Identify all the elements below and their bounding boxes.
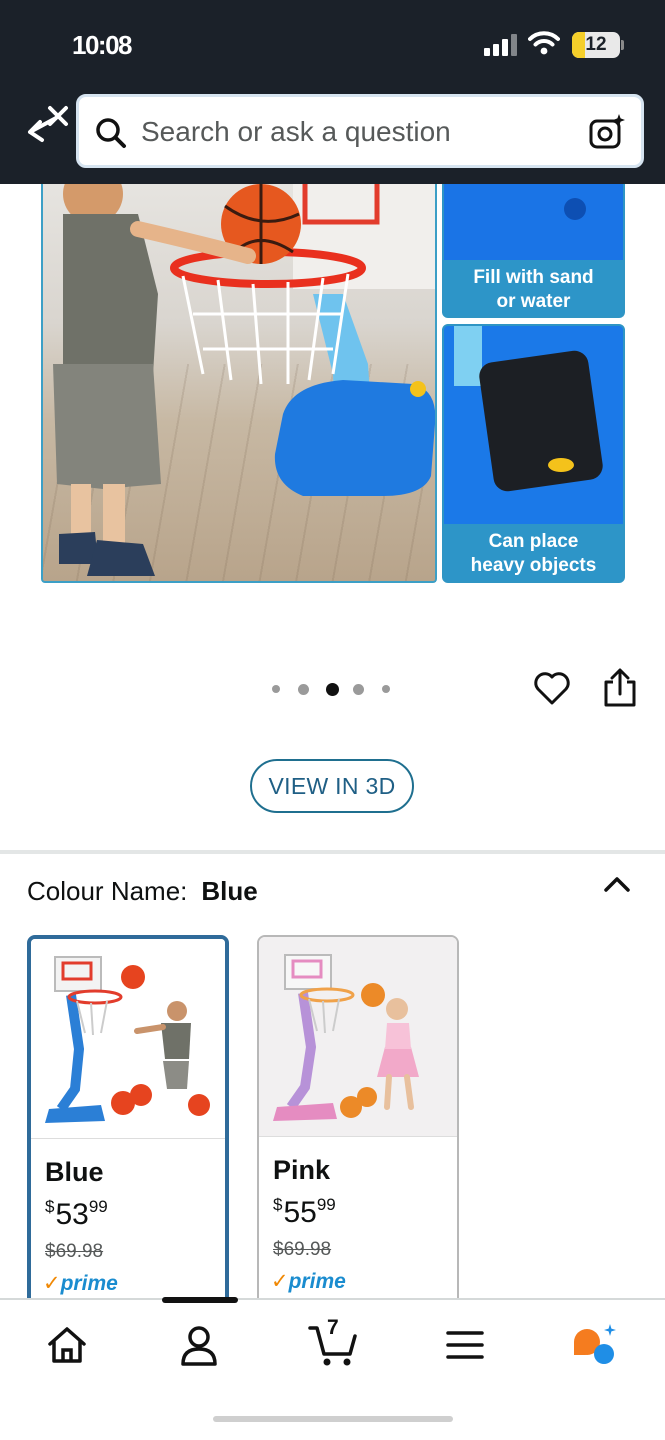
colour-label: Colour Name: — [27, 876, 188, 906]
app-header: 10:08 12 — [0, 0, 665, 184]
prime-badge: ✓prime — [271, 1269, 346, 1294]
option-price: $5399 — [45, 1197, 108, 1232]
option-name: Pink — [273, 1155, 331, 1185]
battery-level: 12 — [585, 34, 607, 55]
price-cents: 99 — [88, 1197, 108, 1216]
search-icon — [96, 118, 126, 148]
option-price: $5599 — [273, 1195, 336, 1230]
status-time: 10:08 — [72, 30, 133, 60]
rufus-assistant-icon[interactable] — [570, 1322, 620, 1368]
prime-label: prime — [60, 1272, 118, 1295]
home-indicator — [213, 1416, 453, 1422]
price-symbol: $ — [273, 1195, 283, 1214]
cart-count-badge: 7 — [327, 1316, 339, 1339]
camera-search-icon[interactable] — [588, 113, 626, 151]
colour-name-row: Colour Name: Blue — [27, 876, 258, 907]
chevron-up-icon[interactable] — [602, 872, 632, 896]
bottom-navigation: 7 — [0, 1297, 665, 1440]
battery-tip — [621, 40, 624, 50]
colour-option-image — [31, 939, 225, 1139]
colour-option-pink[interactable]: Pink $5599 $69.98 ✓prime — [257, 935, 459, 1315]
prime-label: prime — [288, 1270, 346, 1293]
price-symbol: $ — [45, 1197, 55, 1216]
back-arrow-icon[interactable] — [20, 102, 72, 154]
product-photo-weights[interactable]: Can place heavy objects — [442, 324, 625, 583]
product-image-gallery[interactable]: Fill with sand or water Can place heavy … — [0, 184, 665, 594]
search-bar[interactable] — [76, 94, 644, 168]
colour-option-image — [259, 937, 457, 1137]
colour-option-blue[interactable]: Blue $5399 $69.98 ✓prime — [27, 935, 229, 1315]
share-icon[interactable] — [603, 668, 637, 708]
search-input[interactable] — [141, 116, 561, 148]
caption-heavy: Can place heavy objects — [470, 531, 597, 576]
price-cents: 99 — [316, 1195, 336, 1214]
option-name: Blue — [45, 1157, 104, 1187]
product-photo-fill-base[interactable]: Fill with sand or water — [442, 184, 625, 318]
status-bar: 10:08 12 — [0, 0, 665, 90]
prime-check-icon: ✓ — [271, 1270, 289, 1293]
home-icon[interactable] — [44, 1322, 90, 1368]
colour-selected-value: Blue — [201, 876, 258, 906]
account-icon[interactable] — [176, 1322, 222, 1368]
view-in-3d-button[interactable]: VIEW IN 3D — [250, 759, 414, 813]
prime-check-icon: ✓ — [43, 1272, 61, 1295]
menu-icon[interactable] — [442, 1322, 488, 1368]
option-was-price: $69.98 — [45, 1241, 104, 1262]
heart-icon[interactable] — [533, 670, 571, 706]
product-photo-main[interactable] — [41, 184, 437, 583]
cellular-signal-icon — [484, 34, 520, 56]
cart-button[interactable]: 7 — [308, 1316, 358, 1368]
price-whole: 53 — [55, 1198, 89, 1231]
wifi-icon — [528, 31, 560, 55]
caption-fill: Fill with sand or water — [473, 267, 594, 312]
prime-badge: ✓prime — [43, 1271, 118, 1296]
section-divider — [0, 850, 665, 854]
battery-icon: 12 — [572, 32, 620, 58]
active-tab-indicator — [162, 1297, 238, 1303]
price-whole: 55 — [283, 1196, 317, 1229]
option-was-price: $69.98 — [273, 1239, 332, 1260]
